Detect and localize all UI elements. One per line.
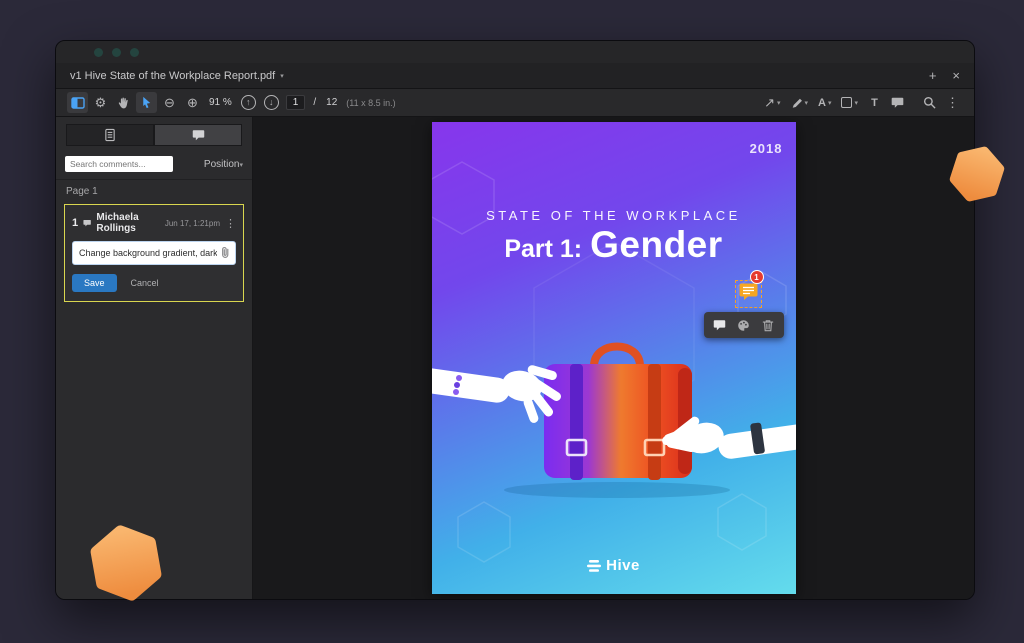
tab-comments[interactable]	[154, 124, 242, 146]
search-comments-input[interactable]	[65, 156, 173, 172]
select-cursor-icon[interactable]	[136, 92, 157, 113]
page-total: 12	[321, 97, 342, 108]
cancel-button[interactable]: Cancel	[131, 278, 159, 288]
color-palette-icon[interactable]	[734, 315, 754, 335]
close-window-button[interactable]	[94, 48, 103, 57]
annotation-count-badge: 1	[750, 270, 764, 284]
comments-bubble-icon	[192, 129, 205, 141]
reply-comment-icon[interactable]	[710, 315, 730, 335]
pdf-page: 2018 STATE OF THE WORKPLACE Part 1: Gend…	[432, 122, 796, 594]
comment-icon	[83, 218, 91, 228]
shape-tool-icon[interactable]: ▾	[837, 92, 862, 113]
new-tab-button[interactable]: +	[929, 68, 937, 83]
poster-year: 2018	[750, 141, 783, 156]
chevron-down-icon: ▾	[239, 162, 243, 169]
settings-gear-icon[interactable]: ⚙	[90, 92, 111, 113]
hive-logo: Hive	[432, 557, 796, 574]
page-separator: /	[308, 97, 321, 108]
freehand-pen-icon[interactable]: ▾	[787, 92, 813, 113]
maximize-window-button[interactable]	[130, 48, 139, 57]
page-number-input[interactable]: 1	[286, 95, 306, 110]
decorative-hexagon-right	[948, 144, 1006, 204]
zoom-in-icon[interactable]: ⊕	[182, 92, 203, 113]
poster-kicker: STATE OF THE WORKPLACE	[432, 208, 796, 223]
left-hand	[432, 364, 563, 424]
comment-annotation-marker[interactable]	[735, 280, 762, 308]
pan-hand-icon[interactable]	[113, 92, 134, 113]
attachment-paperclip-icon[interactable]	[220, 246, 231, 264]
poster-title-prefix: Part 1:	[504, 235, 582, 264]
comment-filter-row: Position▾	[56, 150, 252, 180]
poster-title-main: Gender	[590, 224, 723, 266]
comment-menu-icon[interactable]: ⋮	[225, 217, 236, 230]
zoom-out-icon[interactable]: ⊖	[159, 92, 180, 113]
decorative-hexagon-bottom-left	[86, 522, 166, 604]
delete-trash-icon[interactable]	[758, 315, 778, 335]
zoom-level[interactable]: 91 %	[204, 97, 237, 108]
main-toolbar: ⚙ ⊖ ⊕ 91 % ↑ ↓ 1 / 12 (11 x 8.5 in.) ↗▾ …	[56, 89, 974, 117]
comment-text-input[interactable]	[72, 241, 236, 265]
overflow-menu-icon[interactable]: ⋮	[942, 92, 963, 113]
close-file-button[interactable]: ×	[952, 68, 960, 83]
sidebar-toggle-icon[interactable]	[67, 92, 88, 113]
page-group-label: Page 1	[56, 180, 252, 204]
comment-author: Michaela Rollings	[96, 212, 159, 234]
comment-timestamp: Jun 17, 1:21pm	[165, 219, 220, 228]
search-icon[interactable]	[919, 92, 940, 113]
hive-logo-text: Hive	[606, 557, 640, 574]
file-title-caret-icon[interactable]: ▾	[280, 72, 284, 80]
comment-number: 1	[72, 217, 78, 229]
annotation-mini-toolbar	[704, 312, 784, 338]
page-thumbnail-icon	[104, 128, 116, 142]
poster-title: Part 1: Gender	[432, 224, 796, 266]
file-title: v1 Hive State of the Workplace Report.pd…	[70, 70, 275, 82]
window-titlebar	[56, 41, 974, 63]
briefcase-illustration	[432, 322, 796, 502]
tab-thumbnails[interactable]	[66, 124, 154, 146]
sidebar-tabs	[66, 124, 242, 146]
next-page-icon[interactable]: ↓	[261, 92, 282, 113]
sticky-note-icon	[739, 283, 758, 300]
minimize-window-button[interactable]	[112, 48, 121, 57]
position-sort-dropdown[interactable]: Position▾	[204, 159, 243, 170]
document-viewport[interactable]: 2018 STATE OF THE WORKPLACE Part 1: Gend…	[253, 117, 974, 599]
text-style-tool-icon[interactable]: A▾	[814, 92, 835, 113]
comment-card[interactable]: 1 Michaela Rollings Jun 17, 1:21pm ⋮ Sav…	[64, 204, 244, 302]
page-dimensions: (11 x 8.5 in.)	[342, 98, 399, 108]
measure-tool-icon[interactable]: ↗▾	[760, 92, 784, 113]
comment-tool-icon[interactable]	[887, 92, 908, 113]
pdf-viewer-window: v1 Hive State of the Workplace Report.pd…	[55, 40, 975, 600]
previous-page-icon[interactable]: ↑	[238, 92, 259, 113]
file-header: v1 Hive State of the Workplace Report.pd…	[56, 63, 974, 89]
hive-logo-icon	[587, 560, 601, 572]
text-tool-icon[interactable]: T	[864, 92, 885, 113]
save-button[interactable]: Save	[72, 274, 117, 292]
